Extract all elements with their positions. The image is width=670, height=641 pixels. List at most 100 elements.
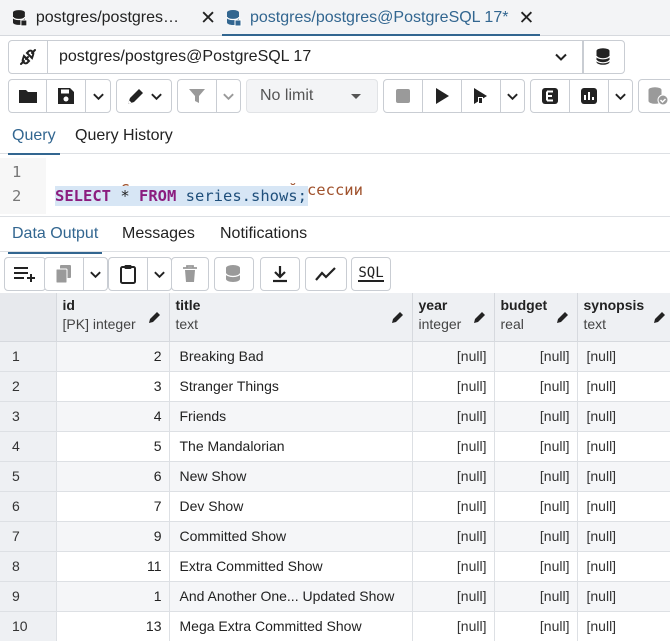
cell-year[interactable]: [null] xyxy=(412,491,495,522)
cell-budget[interactable]: [null] xyxy=(494,581,578,612)
cell-title[interactable]: Extra Committed Show xyxy=(169,551,413,582)
table-row[interactable]: 5 6 New Show [null] [null] [null] xyxy=(0,461,670,492)
cell-title[interactable]: Committed Show xyxy=(169,521,413,552)
download-button[interactable] xyxy=(260,257,300,291)
cell-budget[interactable]: [null] xyxy=(494,491,578,522)
cell-title[interactable]: And Another One... Updated Show xyxy=(169,581,413,612)
cell-id[interactable]: 4 xyxy=(56,401,170,432)
tab-messages[interactable]: Messages xyxy=(122,225,195,243)
cell-year[interactable]: [null] xyxy=(412,581,495,612)
cell-synopsis[interactable]: [null] xyxy=(577,491,670,522)
row-number-cell[interactable]: 2 xyxy=(0,371,57,402)
cell-year[interactable]: [null] xyxy=(412,611,495,641)
cell-id[interactable]: 13 xyxy=(56,611,170,641)
tab-query-1[interactable]: postgres/postgres@PostgreSQL 17 ✕ xyxy=(12,0,216,36)
cell-title[interactable]: Mega Extra Committed Show xyxy=(169,611,413,641)
column-header-title[interactable]: title text xyxy=(169,293,413,342)
cell-id[interactable]: 9 xyxy=(56,521,170,552)
table-row[interactable]: 9 1 And Another One... Updated Show [null][… xyxy=(0,581,670,612)
table-row[interactable]: 10 13 Mega Extra Committed Show [null] [null… xyxy=(0,611,670,641)
cell-synopsis[interactable]: [null] xyxy=(577,431,670,462)
cell-synopsis[interactable]: [null] xyxy=(577,551,670,582)
cell-id[interactable]: 7 xyxy=(56,491,170,522)
cell-id[interactable]: 2 xyxy=(56,341,170,372)
open-file-button[interactable] xyxy=(8,79,47,113)
execute-button[interactable] xyxy=(422,79,462,113)
table-row[interactable]: 7 9 Committed Show [null] [null] [null] xyxy=(0,521,670,552)
pencil-icon[interactable] xyxy=(148,310,162,324)
connection-status-button[interactable] xyxy=(8,40,48,74)
cell-title[interactable]: Dev Show xyxy=(169,491,413,522)
save-data-button[interactable] xyxy=(214,257,254,291)
column-header-budget[interactable]: budget real xyxy=(494,293,578,342)
cell-id[interactable]: 5 xyxy=(56,431,170,462)
view-sql-button[interactable]: SQL xyxy=(351,257,391,291)
cell-id[interactable]: 6 xyxy=(56,461,170,492)
cell-year[interactable]: [null] xyxy=(412,551,495,582)
cell-title[interactable]: Breaking Bad xyxy=(169,341,413,372)
explain-options-dropdown[interactable] xyxy=(608,79,633,113)
cell-synopsis[interactable]: [null] xyxy=(577,461,670,492)
sql-editor[interactable]: 1 2 -- Состояние из второй сессии SELECT… xyxy=(0,158,670,214)
row-number-cell[interactable]: 7 xyxy=(0,521,57,552)
row-number-cell[interactable]: 9 xyxy=(0,581,57,612)
cell-year[interactable]: [null] xyxy=(412,431,495,462)
cell-year[interactable]: [null] xyxy=(412,401,495,432)
row-number-cell[interactable]: 1 xyxy=(0,341,57,372)
tab-notifications[interactable]: Notifications xyxy=(220,225,307,243)
row-limit-select[interactable]: No limit xyxy=(246,79,378,113)
edit-menu-button[interactable] xyxy=(116,79,172,113)
execute-script-button[interactable] xyxy=(461,79,501,113)
row-number-cell[interactable]: 4 xyxy=(0,431,57,462)
row-number-cell[interactable]: 10 xyxy=(0,611,57,641)
row-number-cell[interactable]: 8 xyxy=(0,551,57,582)
pencil-icon[interactable] xyxy=(391,310,405,324)
cell-budget[interactable]: [null] xyxy=(494,551,578,582)
column-header-year[interactable]: year integer xyxy=(412,293,495,342)
tab-query-history[interactable]: Query History xyxy=(75,127,173,145)
tab-query[interactable]: Query xyxy=(8,127,60,155)
commit-button[interactable] xyxy=(638,79,670,113)
cell-budget[interactable]: [null] xyxy=(494,341,578,372)
save-options-dropdown[interactable] xyxy=(85,79,111,113)
copy-options-dropdown[interactable] xyxy=(83,257,108,291)
cell-title[interactable]: Friends xyxy=(169,401,413,432)
add-row-button[interactable] xyxy=(4,257,46,291)
cell-budget[interactable]: [null] xyxy=(494,461,578,492)
paste-options-dropdown[interactable] xyxy=(147,257,172,291)
cell-id[interactable]: 3 xyxy=(56,371,170,402)
table-row[interactable]: 6 7 Dev Show [null] [null] [null] xyxy=(0,491,670,522)
cell-budget[interactable]: [null] xyxy=(494,521,578,552)
cell-synopsis[interactable]: [null] xyxy=(577,341,670,372)
delete-row-button[interactable] xyxy=(171,257,209,291)
graph-visualiser-button[interactable] xyxy=(305,257,347,291)
explain-button[interactable] xyxy=(530,79,570,113)
pencil-icon[interactable] xyxy=(473,310,487,324)
row-number-cell[interactable]: 5 xyxy=(0,461,57,492)
filter-button[interactable] xyxy=(177,79,217,113)
table-row[interactable]: 4 5 The Mandalorian [null] [null] [null] xyxy=(0,431,670,462)
tab-data-output[interactable]: Data Output xyxy=(7,225,103,254)
cell-budget[interactable]: [null] xyxy=(494,611,578,641)
table-row[interactable]: 2 3 Stranger Things [null] [null] [null] xyxy=(0,371,670,402)
explain-analyze-button[interactable] xyxy=(569,79,609,113)
filter-options-dropdown[interactable] xyxy=(216,79,241,113)
cell-budget[interactable]: [null] xyxy=(494,371,578,402)
cell-synopsis[interactable]: [null] xyxy=(577,611,670,641)
cell-synopsis[interactable]: [null] xyxy=(577,401,670,432)
paste-button[interactable] xyxy=(108,257,148,291)
close-icon[interactable]: ✕ xyxy=(200,9,216,28)
cell-title[interactable]: The Mandalorian xyxy=(169,431,413,462)
cell-year[interactable]: [null] xyxy=(412,341,495,372)
execute-options-dropdown[interactable] xyxy=(500,79,525,113)
column-header-id[interactable]: id [PK] integer xyxy=(56,293,170,342)
close-icon[interactable]: ✕ xyxy=(518,9,534,28)
stop-query-button[interactable] xyxy=(383,79,423,113)
pencil-icon[interactable] xyxy=(653,310,667,324)
cell-synopsis[interactable]: [null] xyxy=(577,371,670,402)
save-file-button[interactable] xyxy=(46,79,86,113)
cell-id[interactable]: 1 xyxy=(56,581,170,612)
cell-synopsis[interactable]: [null] xyxy=(577,581,670,612)
cell-year[interactable]: [null] xyxy=(412,371,495,402)
copy-button[interactable] xyxy=(44,257,84,291)
